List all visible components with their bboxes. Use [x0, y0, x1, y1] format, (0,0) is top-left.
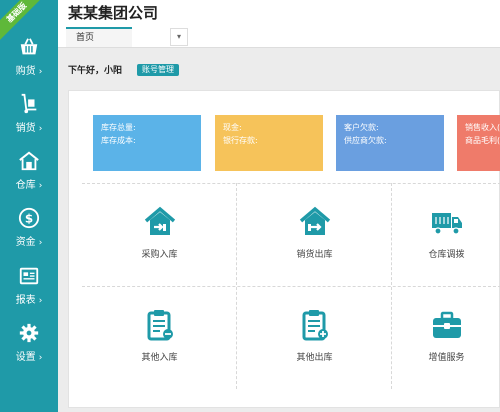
cash-card[interactable]: 现金: 银行存款:: [215, 115, 323, 171]
edition-badge: 基础版: [0, 0, 44, 40]
basket-icon: [20, 38, 38, 55]
quick-actions-grid: 采购入库 销货出库 仓库调拨 其他入库 其他出库 增值服务: [82, 183, 500, 389]
hand-truck-icon: [21, 93, 37, 114]
house-arrow-out-icon: [299, 206, 330, 235]
card-line: 客户欠款:: [344, 123, 379, 132]
action-value-added[interactable]: 增值服务: [392, 286, 500, 389]
truck-icon: [431, 213, 462, 235]
inventory-card[interactable]: 库存总量: 库存成本:: [93, 115, 201, 171]
action-other-in[interactable]: 其他入库: [82, 286, 237, 389]
sidebar-item-sales[interactable]: 销货 ›: [0, 93, 58, 145]
sidebar-item-label: 购货: [15, 66, 36, 77]
card-line: 现金:: [223, 123, 242, 132]
dashboard-panel: 库存总量: 库存成本: 现金: 银行存款: 客户欠款: 供应商欠款: 销售收入(…: [68, 90, 500, 408]
card-line: 银行存款:: [223, 136, 258, 145]
tab-home[interactable]: 首页: [66, 27, 132, 47]
chevron-right-icon: ›: [38, 124, 43, 134]
action-other-out[interactable]: 其他出库: [237, 286, 392, 389]
clipboard-out-icon: [302, 310, 328, 341]
sidebar-item-label: 报表: [15, 295, 36, 306]
action-label: 销货出库: [296, 250, 333, 260]
chevron-right-icon: ›: [38, 296, 43, 306]
sidebar: 基础版 购货 › 销货 › 仓库 › $ 资金 › 报表 › 设置 ›: [0, 0, 58, 412]
action-label: 其他出库: [296, 353, 333, 363]
action-label: 采购入库: [141, 250, 178, 260]
card-line: 库存总量:: [101, 123, 136, 132]
chevron-right-icon: ›: [38, 181, 43, 191]
sidebar-item-warehouse[interactable]: 仓库 ›: [0, 150, 58, 202]
company-name: 某某集团公司: [68, 4, 159, 22]
sidebar-item-label: 仓库: [15, 180, 36, 191]
warehouse-icon: [19, 151, 39, 171]
sidebar-item-label: 销货: [15, 123, 36, 134]
action-sales-out[interactable]: 销货出库: [237, 183, 392, 286]
action-warehouse-transfer[interactable]: 仓库调拨: [392, 183, 500, 286]
account-management-button[interactable]: 账号管理: [137, 64, 179, 76]
sales-income-card[interactable]: 销售收入( 商品毛利(: [457, 115, 500, 171]
action-label: 增值服务: [428, 353, 465, 363]
action-label: 仓库调拨: [428, 250, 465, 260]
greeting-text: 下午好，小阳: [68, 66, 123, 76]
svg-text:$: $: [25, 212, 33, 226]
action-label: 其他入库: [141, 353, 178, 363]
tab-dropdown-button[interactable]: ▾: [170, 28, 188, 46]
sidebar-item-label: 资金: [15, 237, 36, 248]
sidebar-item-reports[interactable]: 报表 ›: [0, 265, 58, 317]
gear-icon: [19, 323, 39, 343]
card-line: 库存成本:: [101, 136, 136, 145]
header: 某某集团公司 首页 ▾: [58, 0, 500, 48]
chevron-right-icon: ›: [38, 353, 43, 363]
sidebar-item-purchase[interactable]: 购货 ›: [0, 36, 58, 88]
card-line: 销售收入(: [465, 123, 500, 132]
house-arrow-in-icon: [144, 206, 175, 235]
receivables-card[interactable]: 客户欠款: 供应商欠款:: [336, 115, 444, 171]
card-line: 商品毛利(: [465, 136, 500, 145]
sidebar-item-settings[interactable]: 设置 ›: [0, 322, 58, 374]
card-line: 供应商欠款:: [344, 136, 387, 145]
report-icon: [19, 267, 39, 285]
chevron-right-icon: ›: [38, 67, 43, 77]
dollar-coin-icon: $: [18, 207, 40, 229]
action-purchase-in[interactable]: 采购入库: [82, 183, 237, 286]
sidebar-item-funds[interactable]: $ 资金 ›: [0, 207, 58, 259]
toolbox-icon: [432, 311, 461, 338]
clipboard-in-icon: [147, 310, 173, 341]
chevron-right-icon: ›: [38, 238, 43, 248]
sidebar-item-label: 设置: [15, 352, 36, 363]
